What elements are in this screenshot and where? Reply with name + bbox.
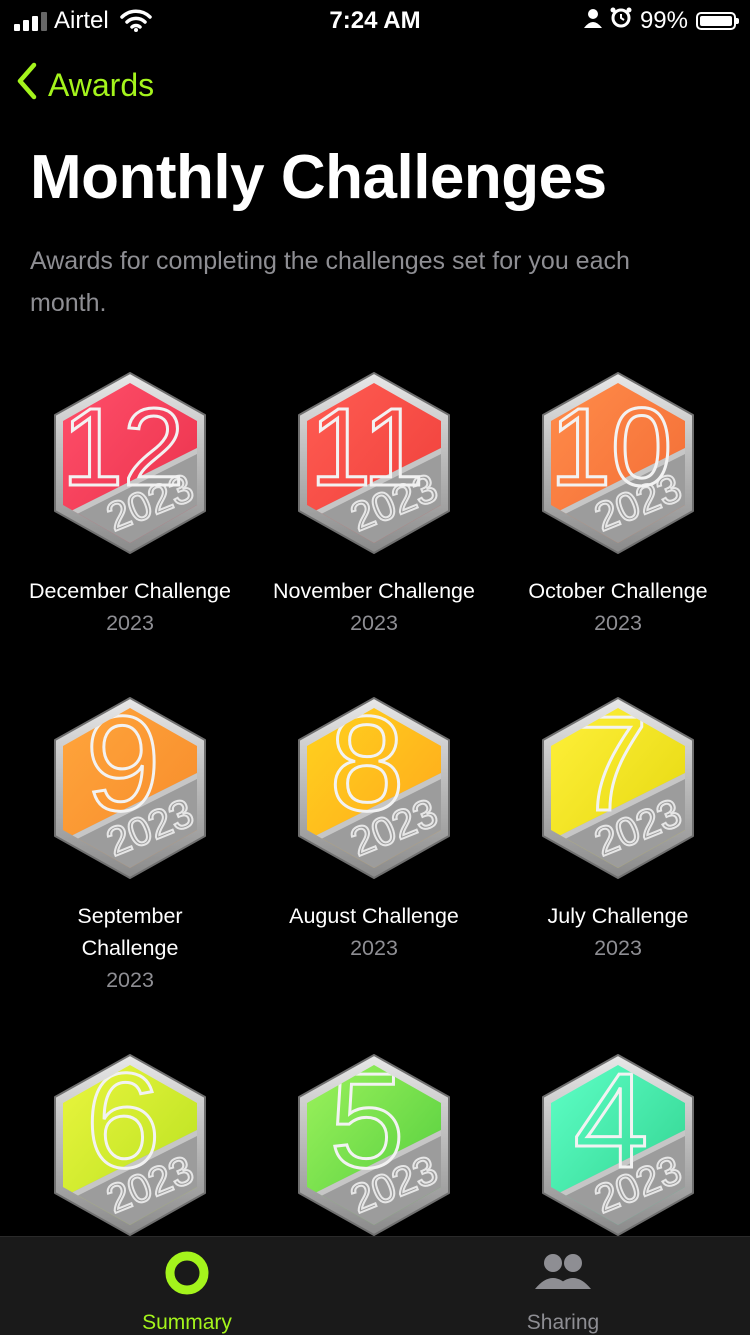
award-june[interactable]: 2023 6 (8, 1047, 252, 1243)
people-icon (531, 1254, 595, 1302)
award-year: 2023 (106, 611, 154, 635)
award-october[interactable]: 2023 10 October Challenge 2023 (496, 365, 740, 639)
october-challenge-badge-icon: 202310 (542, 372, 694, 554)
activity-ring-icon (163, 1251, 211, 1302)
page-description: Awards for completing the challenges set… (30, 247, 630, 317)
tab-summary[interactable]: Summary (87, 1249, 287, 1335)
award-name: December Challenge (29, 579, 231, 603)
award-may[interactable]: 2023 5 (252, 1047, 496, 1243)
tab-bar: Summary Sharing (0, 1236, 750, 1335)
august-challenge-badge-icon: 20238 (298, 697, 450, 879)
award-name: September Challenge (77, 904, 183, 960)
award-december[interactable]: 2023 12 December Challenge 2023 (8, 365, 252, 639)
back-button[interactable]: Awards (16, 62, 154, 108)
may-challenge-badge-icon: 20235 (298, 1054, 450, 1236)
november-challenge-badge-icon: 202311 (298, 372, 450, 554)
alarm-icon (610, 6, 632, 35)
tab-sharing-label: Sharing (526, 1311, 600, 1334)
award-name: October Challenge (528, 579, 708, 603)
tab-summary-label: Summary (142, 1311, 232, 1334)
page-title: Monthly Challenges (30, 143, 607, 212)
award-september[interactable]: 2023 9 September Challenge 2023 (8, 690, 252, 996)
december-challenge-badge-icon: 202312 (54, 372, 206, 554)
award-november[interactable]: 2023 11 November Challenge 2023 (252, 365, 496, 639)
award-year: 2023 (350, 936, 398, 960)
battery-percent: 99% (639, 6, 688, 34)
award-year: 2023 (594, 611, 642, 635)
award-year: 2023 (350, 611, 398, 635)
september-challenge-badge-icon: 20239 (54, 697, 206, 879)
person-icon (583, 7, 602, 35)
june-challenge-badge-icon: 20236 (54, 1054, 206, 1236)
battery-icon (696, 11, 739, 30)
july-challenge-badge-icon: 20237 (542, 697, 694, 879)
chevron-left-icon (16, 62, 38, 108)
award-name: November Challenge (273, 579, 475, 603)
award-name: July Challenge (547, 904, 689, 928)
award-year: 2023 (594, 936, 642, 960)
april-challenge-badge-icon: 20234 (542, 1054, 694, 1236)
award-july[interactable]: 2023 7 July Challenge 2023 (496, 690, 740, 964)
back-label: Awards (48, 66, 155, 103)
status-bar: Airtel 7:24 AM 99% (0, 0, 750, 40)
award-august[interactable]: 2023 8 August Challenge 2023 (252, 690, 496, 964)
award-name: August Challenge (289, 904, 459, 928)
award-year: 2023 (106, 968, 154, 992)
award-april[interactable]: 2023 4 (496, 1047, 740, 1243)
tab-sharing[interactable]: Sharing (463, 1249, 663, 1335)
